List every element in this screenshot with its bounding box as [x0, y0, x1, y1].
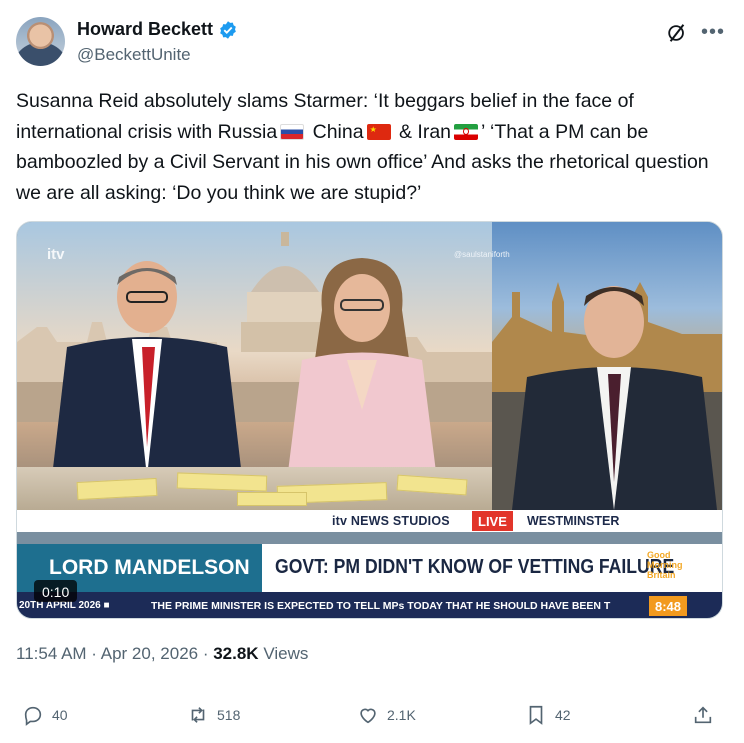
russia-flag-icon [280, 123, 305, 140]
iran-flag-icon [454, 123, 479, 140]
repost-count: 518 [217, 707, 241, 723]
presenter-centre [287, 258, 437, 480]
location-left: itv NEWS STUDIOS [332, 514, 450, 528]
presenter-left [52, 261, 242, 477]
ticker-time: 8:48 [649, 596, 688, 616]
lower-third: LORD MANDELSON GOVT: PM DIDN'T KNOW OF V… [17, 544, 722, 592]
action-bar: 40 518 2.1K 42 [0, 704, 744, 734]
bookmark-icon [529, 705, 543, 725]
repost-icon [191, 707, 205, 723]
ticker-text: THE PRIME MINISTER IS EXPECTED TO TELL M… [151, 600, 611, 612]
gmb-logo-line: Morning [647, 560, 683, 570]
display-name[interactable]: Howard Beckett [77, 19, 213, 40]
repost-button[interactable]: 518 [187, 704, 240, 726]
reply-button[interactable]: 40 [22, 704, 68, 726]
live-badge: LIVE [472, 511, 513, 531]
meta-separator: · [86, 644, 101, 663]
bookmark-count: 42 [555, 707, 571, 723]
news-ticker: 20TH APRIL 2026 ■ THE PRIME MINISTER IS … [17, 592, 722, 618]
author-handle[interactable]: @BeckettUnite [77, 45, 191, 65]
parliament-backdrop [492, 282, 722, 510]
watermark: @saulstaniforth [454, 250, 510, 259]
gmb-logo-line: Good [647, 550, 671, 560]
share-icon [694, 706, 712, 724]
tweet-date[interactable]: Apr 20, 2026 [101, 644, 198, 663]
verified-badge-icon [220, 20, 236, 39]
more-icon[interactable]: ••• [701, 22, 725, 42]
like-button[interactable]: 2.1K [357, 704, 416, 726]
desk-paper [237, 492, 307, 506]
desk-paper [176, 472, 268, 492]
avatar[interactable] [16, 17, 65, 66]
author-name-row[interactable]: Howard Beckett [77, 19, 238, 40]
like-count: 2.1K [387, 707, 416, 723]
location-bar: itv NEWS STUDIOS LIVE WESTMINSTER [17, 510, 722, 532]
tweet-card: Howard Beckett @BeckettUnite ••• Susanna… [0, 0, 744, 743]
location-right: WESTMINSTER [527, 514, 620, 528]
views-count: 32.8K [213, 644, 259, 663]
westminster-scene: @saulstaniforth [454, 222, 722, 510]
video-player[interactable]: itv @saulstaniforth itv NEWS STUDIOS LIV… [16, 221, 723, 619]
china-flag-icon: ★ [366, 123, 391, 140]
reply-count: 40 [52, 707, 68, 723]
studio-scene: itv [17, 222, 492, 512]
gmb-logo-line: Britain [647, 570, 676, 580]
tweet-time[interactable]: 11:54 AM [16, 644, 87, 663]
grok-icon[interactable] [666, 22, 688, 44]
tweet-meta: 11:54 AM · Apr 20, 2026 · 32.8K Views [16, 644, 308, 664]
tweet-text-part: & Iran [393, 120, 452, 143]
strap-headline: GOVT: PM DIDN'T KNOW OF VETTING FAILURE [275, 556, 675, 578]
gmb-logo: Good Morning Britain [647, 550, 683, 580]
share-button[interactable] [692, 704, 714, 726]
video-duration: 0:10 [34, 580, 78, 602]
tweet-text: Susanna Reid absolutely slams Starmer: ‘… [16, 86, 728, 208]
heart-icon [360, 708, 376, 724]
views-label: Views [258, 644, 309, 663]
meta-separator: · [198, 644, 214, 663]
tweet-text-part: China [307, 120, 364, 143]
reply-icon [24, 706, 42, 726]
bookmark-button[interactable]: 42 [525, 704, 571, 726]
